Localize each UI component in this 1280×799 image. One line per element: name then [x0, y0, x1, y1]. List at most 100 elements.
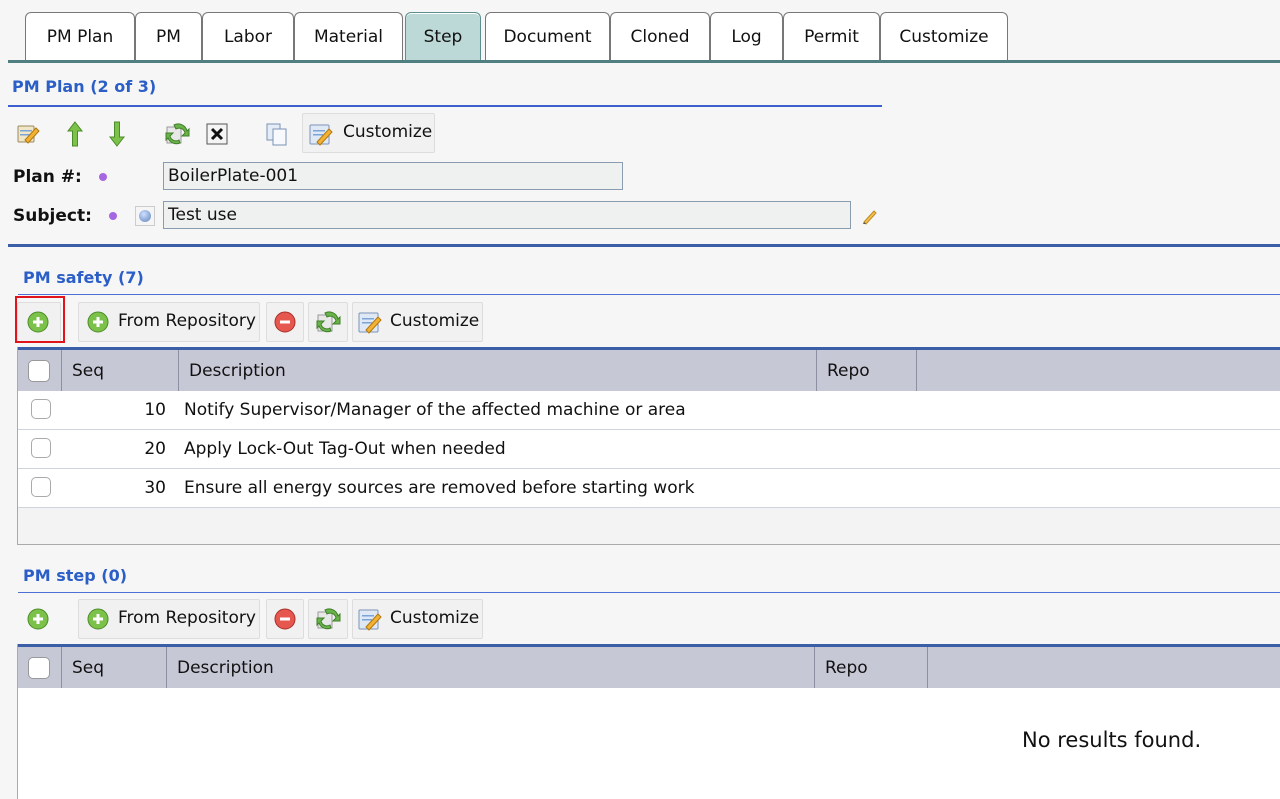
tab-pm-plan[interactable]: PM Plan — [25, 12, 135, 60]
required-dot-icon — [99, 173, 107, 181]
row-checkbox[interactable] — [31, 438, 51, 458]
tab-label: Permit — [804, 26, 859, 47]
refresh-icon — [316, 608, 341, 630]
safety-grid-footer — [18, 508, 1280, 545]
edit-button[interactable] — [13, 118, 43, 150]
col-repo-label: Repo — [825, 657, 868, 678]
safety-customize-label: Customize — [390, 311, 480, 331]
col-repo-label: Repo — [827, 360, 870, 381]
tab-document[interactable]: Document — [485, 12, 610, 60]
customize-icon — [358, 312, 382, 334]
tab-label: Step — [423, 26, 463, 47]
table-row[interactable]: 20 Apply Lock-Out Tag-Out when needed — [18, 430, 1280, 469]
tab-log[interactable]: Log — [710, 12, 783, 60]
table-row[interactable]: 30 Ensure all energy sources are removed… — [18, 469, 1280, 508]
step-from-repo-label: From Repository — [118, 608, 256, 628]
safety-grid-header: Seq Description Repo — [18, 347, 1280, 391]
step-grid-header: Seq Description Repo — [18, 644, 1280, 688]
plan-customize-label: Customize — [343, 122, 433, 142]
row-description: Ensure all energy sources are removed be… — [184, 478, 695, 498]
select-all-checkbox[interactable] — [28, 657, 50, 679]
tab-cloned[interactable]: Cloned — [610, 12, 710, 60]
move-up-button[interactable] — [60, 118, 90, 150]
col-description[interactable]: Description — [179, 350, 817, 391]
col-seq-label: Seq — [72, 360, 105, 381]
arrow-down-icon — [108, 121, 126, 147]
empty-state-text: No results found. — [1022, 728, 1202, 752]
select-all-cell[interactable] — [18, 350, 62, 391]
refresh-icon — [165, 123, 190, 145]
highlight-box — [15, 296, 65, 343]
customize-icon — [358, 609, 382, 631]
required-dot-icon — [109, 212, 117, 220]
safety-grid: Seq Description Repo 10 Notify Superviso… — [17, 347, 1280, 545]
tab-permit[interactable]: Permit — [783, 12, 880, 60]
plan-section-rule — [8, 105, 882, 107]
col-repo[interactable]: Repo — [817, 350, 917, 391]
remove-icon — [274, 608, 296, 630]
col-repo[interactable]: Repo — [815, 647, 928, 688]
tab-label: Labor — [223, 26, 273, 47]
customize-icon — [309, 124, 333, 146]
tab-label: Material — [313, 26, 384, 47]
edit-icon — [17, 125, 40, 144]
customize-icon-wrap — [306, 118, 336, 150]
tab-bar-underline — [8, 60, 1280, 63]
col-description-label: Description — [189, 360, 286, 381]
step-section-rule — [18, 592, 1280, 593]
copy-button[interactable] — [262, 118, 292, 150]
info-icon — [139, 210, 151, 222]
row-seq: 30 — [144, 478, 166, 498]
add-icon — [87, 608, 109, 630]
col-seq[interactable]: Seq — [62, 350, 179, 391]
remove-icon — [274, 311, 296, 333]
safety-remove-icon-wrap — [270, 306, 300, 338]
step-customize-label: Customize — [390, 608, 480, 628]
select-all-checkbox[interactable] — [28, 360, 50, 382]
tab-label: PM Plan — [46, 26, 114, 47]
safety-refresh-icon-wrap — [313, 306, 343, 338]
pencil-icon — [863, 210, 877, 225]
arrow-up-icon — [66, 121, 84, 147]
row-checkbox[interactable] — [31, 399, 51, 419]
copy-icon — [266, 123, 287, 146]
tab-label: Customize — [899, 26, 989, 47]
step-refresh-icon-wrap — [313, 603, 343, 635]
table-row[interactable]: 10 Notify Supervisor/Manager of the affe… — [18, 391, 1280, 430]
tab-label: Log — [731, 26, 762, 47]
col-seq[interactable]: Seq — [62, 647, 167, 688]
plan-number-label: Plan #: — [13, 167, 82, 187]
safety-from-repo-label: From Repository — [118, 311, 256, 331]
tab-step[interactable]: Step — [405, 12, 481, 60]
col-seq-label: Seq — [72, 657, 105, 678]
tab-material[interactable]: Material — [294, 12, 403, 60]
refresh-icon — [316, 311, 341, 333]
row-description: Notify Supervisor/Manager of the affecte… — [184, 400, 686, 420]
tab-label: Document — [503, 26, 592, 47]
subject-label: Subject: — [13, 206, 92, 226]
delete-button[interactable] — [202, 118, 232, 150]
move-down-button[interactable] — [102, 118, 132, 150]
col-description-label: Description — [177, 657, 274, 678]
tab-labor[interactable]: Labor — [202, 12, 294, 60]
tab-label: PM — [156, 26, 181, 47]
col-description[interactable]: Description — [167, 647, 815, 688]
subject-edit-button[interactable] — [855, 200, 885, 232]
safety-section-title: PM safety (7) — [23, 268, 144, 287]
tab-label: Cloned — [630, 26, 690, 47]
row-seq: 10 — [144, 400, 166, 420]
step-grid: Seq Description Repo — [17, 644, 1280, 799]
row-checkbox[interactable] — [31, 477, 51, 497]
subject-field[interactable]: Test use — [163, 201, 851, 229]
refresh-button[interactable] — [162, 118, 192, 150]
select-all-cell[interactable] — [18, 647, 62, 688]
step-section-title: PM step (0) — [23, 566, 128, 585]
tab-pm[interactable]: PM — [135, 12, 202, 60]
step-add-button[interactable] — [23, 603, 53, 635]
row-description: Apply Lock-Out Tag-Out when needed — [184, 439, 506, 459]
row-seq: 20 — [144, 439, 166, 459]
tab-customize[interactable]: Customize — [880, 12, 1008, 60]
step-from-repo-icon-wrap — [83, 603, 113, 635]
safety-customize-icon-wrap — [355, 306, 385, 338]
plan-number-field[interactable]: BoilerPlate-001 — [163, 162, 623, 190]
